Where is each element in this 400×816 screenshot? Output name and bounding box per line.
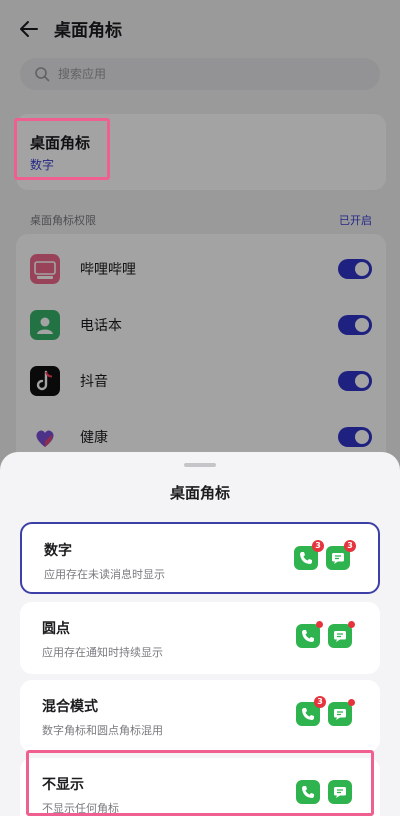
option-desc: 数字角标和圆点角标混用 xyxy=(42,724,163,737)
badge-preview xyxy=(296,621,356,650)
phone-icon: 3 xyxy=(294,540,324,570)
badge-count: 3 xyxy=(312,540,324,552)
badge-dot xyxy=(348,621,355,628)
highlight-annotation xyxy=(14,118,110,180)
message-icon xyxy=(328,621,355,648)
option-number[interactable]: 数字 应用存在未读消息时显示 3 3 xyxy=(20,522,380,594)
badge-dot xyxy=(348,699,355,706)
sheet-drag-handle[interactable] xyxy=(184,463,216,467)
badge-preview: 3 xyxy=(296,696,356,728)
option-title: 混合模式 xyxy=(42,699,98,715)
option-desc: 应用存在通知时持续显示 xyxy=(42,646,163,659)
message-icon: 3 xyxy=(326,540,356,570)
badge-count: 3 xyxy=(314,696,326,708)
sheet-title: 桌面角标 xyxy=(169,484,230,502)
badge-count: 3 xyxy=(344,540,356,552)
phone-icon xyxy=(296,621,323,648)
phone-icon: 3 xyxy=(296,696,326,726)
option-title: 圆点 xyxy=(42,621,70,637)
option-dot[interactable]: 圆点 应用存在通知时持续显示 xyxy=(20,602,380,674)
badge-preview: 3 3 xyxy=(294,540,356,572)
message-icon xyxy=(328,699,355,726)
option-title: 数字 xyxy=(44,543,72,559)
highlight-annotation xyxy=(26,750,374,816)
option-mixed[interactable]: 混合模式 数字角标和圆点角标混用 3 xyxy=(20,680,380,752)
badge-dot xyxy=(316,621,323,628)
option-desc: 应用存在未读消息时显示 xyxy=(44,568,165,581)
